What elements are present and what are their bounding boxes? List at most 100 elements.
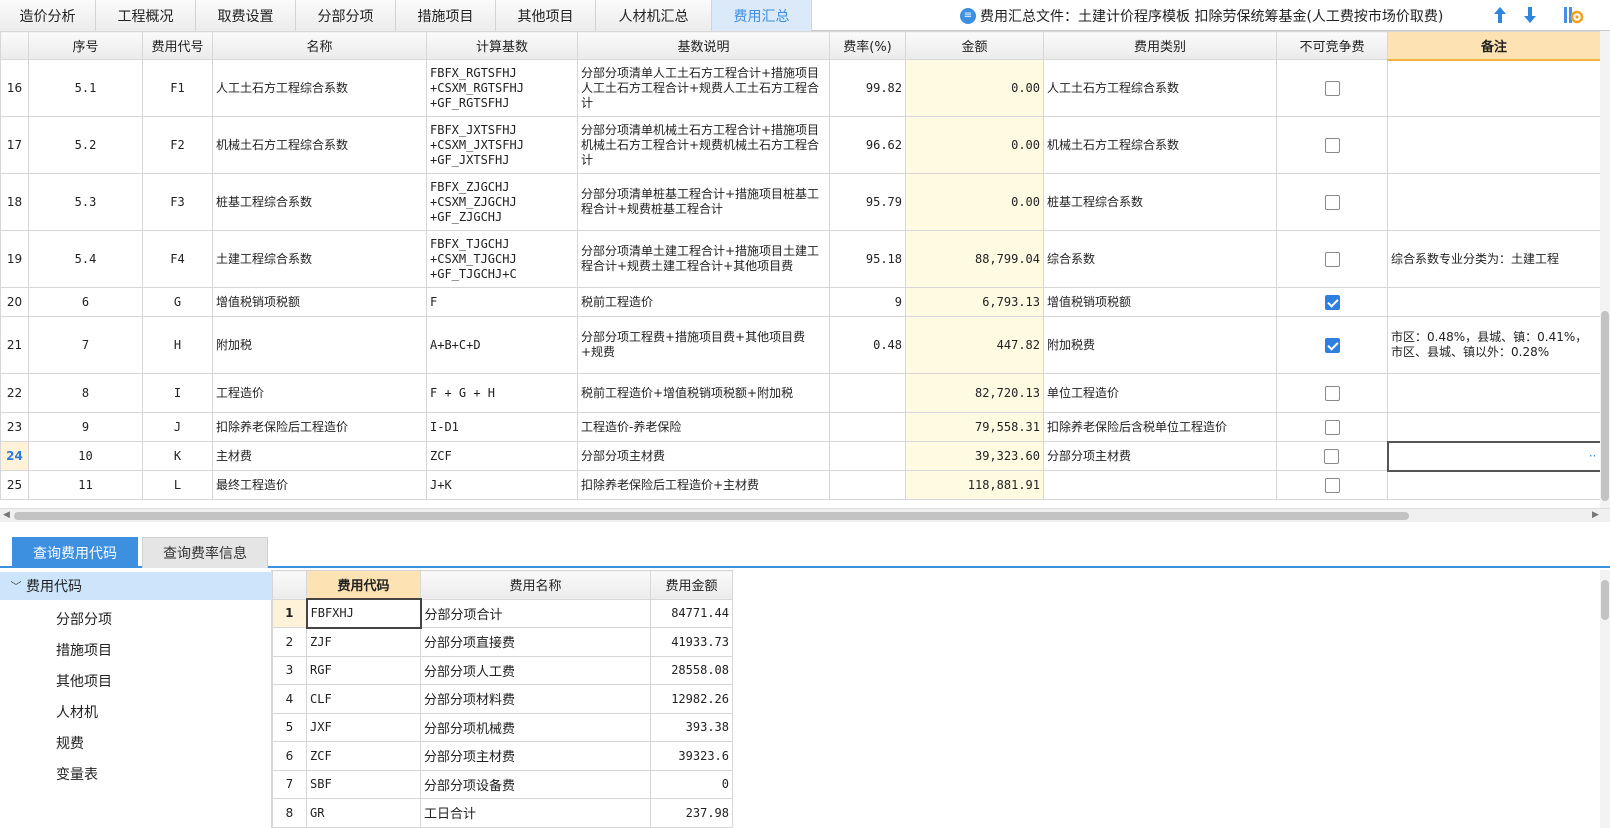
- cell-name[interactable]: 分部分项直接费: [420, 627, 651, 657]
- cell-seq[interactable]: 6: [28, 287, 143, 317]
- col-fee-code[interactable]: 费用代号: [142, 31, 213, 60]
- cell-base-desc[interactable]: 扣除养老保险后工程造价+主材费: [577, 470, 830, 500]
- cell-name[interactable]: 桩基工程综合系数: [212, 173, 427, 231]
- noncompete-checkbox[interactable]: [1324, 137, 1340, 153]
- cell-base-desc[interactable]: 分部分项清单土建工程合计+措施项目土建工程合计+规费土建工程合计+其他项目费: [577, 230, 830, 288]
- col-seq[interactable]: 序号: [28, 31, 143, 60]
- list-item[interactable]: 5 JXF 分部分项机械费 393.38: [272, 712, 733, 742]
- col-calc-base[interactable]: 计算基数: [426, 31, 578, 60]
- cell-noncompete[interactable]: [1276, 287, 1388, 317]
- cell-rate[interactable]: 96.62: [829, 116, 906, 174]
- list-item[interactable]: 6 ZCF 分部分项主材费 39323.6: [272, 741, 733, 771]
- row-number[interactable]: 16: [0, 59, 29, 117]
- grid-vertical-scrollbar[interactable]: [1600, 31, 1610, 508]
- cell-noncompete[interactable]: [1276, 373, 1388, 413]
- scroll-right-icon[interactable]: ▶: [1592, 510, 1599, 520]
- noncompete-checkbox[interactable]: [1324, 80, 1340, 96]
- row-number[interactable]: 8: [272, 798, 307, 828]
- table-row-current[interactable]: 24 10 K 主材费 ZCF 分部分项主材费 39,323.60 分部分项主材…: [0, 440, 1602, 472]
- cell-category[interactable]: 单位工程造价: [1043, 373, 1277, 413]
- col-fee-amount[interactable]: 费用金额: [650, 570, 733, 600]
- tree-item-measures[interactable]: 措施项目: [56, 637, 112, 663]
- cell-rate[interactable]: 95.79: [829, 173, 906, 231]
- cell-rate[interactable]: 9: [829, 287, 906, 317]
- cell-noncompete[interactable]: [1276, 173, 1388, 231]
- row-number[interactable]: 2: [272, 627, 307, 657]
- cell-amount[interactable]: 28558.08: [650, 655, 733, 685]
- cell-category[interactable]: 人工土石方工程综合系数: [1043, 59, 1277, 117]
- cell-name[interactable]: 主材费: [212, 441, 427, 471]
- cell-name[interactable]: 分部分项设备费: [420, 769, 651, 799]
- cell-code[interactable]: GR: [306, 798, 421, 828]
- cell-code[interactable]: CLF: [306, 684, 421, 714]
- cell-name[interactable]: 工程造价: [212, 373, 427, 413]
- cell-remark[interactable]: 市区：0.48%，县城、镇：0.41%，市区、县城、镇以外：0.28%: [1387, 316, 1601, 374]
- cell-amount[interactable]: 41933.73: [650, 627, 733, 657]
- codes-vertical-scrollbar[interactable]: [1600, 570, 1610, 828]
- cell-remark[interactable]: [1387, 173, 1601, 231]
- list-item[interactable]: 8 GR 工日合计 237.98: [272, 798, 733, 828]
- list-item[interactable]: 1 FBFXHJ 分部分项合计 84771.44: [272, 598, 733, 629]
- list-item[interactable]: 4 CLF 分部分项材料费 12982.26: [272, 684, 733, 714]
- cell-noncompete[interactable]: [1276, 59, 1388, 117]
- cell-calc-base[interactable]: FBFX_RGTSFHJ +CSXM_RGTSFHJ +GF_RGTSFHJ: [426, 59, 578, 117]
- cell-base-desc[interactable]: 工程造价-养老保险: [577, 412, 830, 442]
- row-number[interactable]: 18: [0, 173, 29, 231]
- row-number[interactable]: 3: [272, 655, 307, 685]
- cell-category[interactable]: 桩基工程综合系数: [1043, 173, 1277, 231]
- cell-category[interactable]: [1043, 470, 1277, 500]
- row-number[interactable]: 5: [272, 712, 307, 742]
- cell-code[interactable]: FBFXHJ: [305, 598, 422, 629]
- col-rate[interactable]: 费率(%): [829, 31, 906, 60]
- tree-root-fee-codes[interactable]: ﹀ 费用代码: [0, 572, 272, 600]
- row-number[interactable]: 4: [272, 684, 307, 714]
- col-base-desc[interactable]: 基数说明: [577, 31, 830, 60]
- tab-measures[interactable]: 措施项目: [396, 0, 496, 31]
- cell-noncompete[interactable]: [1276, 116, 1388, 174]
- cell-code[interactable]: J: [142, 412, 213, 442]
- cell-seq[interactable]: 5.3: [28, 173, 143, 231]
- list-item[interactable]: 3 RGF 分部分项人工费 28558.08: [272, 655, 733, 685]
- cell-name[interactable]: 增值税销项税额: [212, 287, 427, 317]
- col-remarks[interactable]: 备注: [1387, 31, 1601, 61]
- cell-code[interactable]: ZJF: [306, 627, 421, 657]
- list-item[interactable]: 7 SBF 分部分项设备费 0: [272, 769, 733, 799]
- tab-other-items[interactable]: 其他项目: [496, 0, 596, 31]
- col-category[interactable]: 费用类别: [1043, 31, 1277, 60]
- settings-icon[interactable]: [1562, 4, 1584, 26]
- cell-calc-base[interactable]: I-D1: [426, 412, 578, 442]
- cell-noncompete[interactable]: [1276, 230, 1388, 288]
- table-row[interactable]: 19 5.4 F4 土建工程综合系数 FBFX_TJGCHJ +CSXM_TJGC…: [0, 230, 1601, 288]
- cell-name[interactable]: 分部分项机械费: [420, 712, 651, 742]
- noncompete-checkbox[interactable]: [1324, 251, 1340, 267]
- row-number[interactable]: 6: [272, 741, 307, 771]
- cell-remark[interactable]: [1387, 59, 1601, 117]
- tree-item-other-items[interactable]: 其他项目: [56, 668, 112, 694]
- scroll-left-icon[interactable]: ◀: [3, 510, 10, 520]
- noncompete-checkbox[interactable]: [1324, 419, 1340, 435]
- cell-rate[interactable]: 99.82: [829, 59, 906, 117]
- cell-amount[interactable]: 0: [650, 769, 733, 799]
- noncompete-checkbox[interactable]: [1324, 337, 1340, 353]
- row-number[interactable]: 25: [0, 470, 29, 500]
- table-row[interactable]: 20 6 G 增值税销项税额 F 税前工程造价 9 6,793.13 增值税销项…: [0, 287, 1601, 317]
- cell-rate[interactable]: [829, 470, 906, 500]
- row-number[interactable]: 22: [0, 373, 29, 413]
- cell-category[interactable]: 扣除养老保险后含税单位工程造价: [1043, 412, 1277, 442]
- cell-name[interactable]: 工日合计: [420, 798, 651, 828]
- cell-category[interactable]: 增值税销项税额: [1043, 287, 1277, 317]
- cell-base-desc[interactable]: 分部分项工程费+措施项目费+其他项目费+规费: [577, 316, 830, 374]
- cell-calc-base[interactable]: J+K: [426, 470, 578, 500]
- cell-name[interactable]: 人工土石方工程综合系数: [212, 59, 427, 117]
- cell-name[interactable]: 扣除养老保险后工程造价: [212, 412, 427, 442]
- row-number[interactable]: 21: [0, 316, 29, 374]
- cell-code[interactable]: F3: [142, 173, 213, 231]
- cell-base-desc[interactable]: 税前工程造价+增值税销项税额+附加税: [577, 373, 830, 413]
- arrow-up-icon[interactable]: [1490, 4, 1510, 26]
- grid-horizontal-scrollbar[interactable]: ◀ ▶: [0, 508, 1610, 522]
- cell-rate[interactable]: [829, 373, 906, 413]
- noncompete-checkbox[interactable]: [1324, 448, 1340, 464]
- cell-calc-base[interactable]: FBFX_JXTSFHJ +CSXM_JXTSFHJ +GF_JXTSFHJ: [426, 116, 578, 174]
- cell-category[interactable]: 附加税费: [1043, 316, 1277, 374]
- scroll-thumb[interactable]: [1601, 580, 1609, 620]
